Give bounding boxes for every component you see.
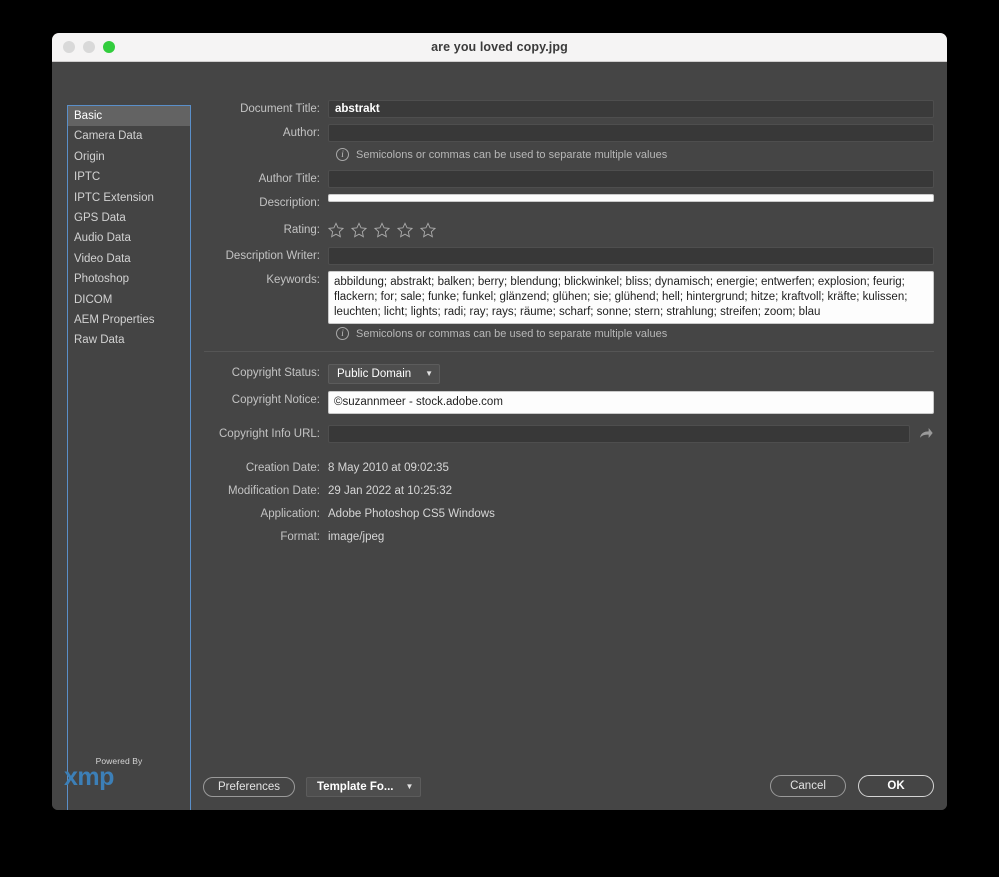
- zoom-button[interactable]: [103, 41, 115, 53]
- info-icon: i: [336, 148, 349, 161]
- copyright-info-url-label: Copyright Info URL:: [219, 428, 320, 440]
- copyright-status-row: Copyright Status: Public Domain ▼: [204, 364, 934, 384]
- modification-date-value: 29 Jan 2022 at 10:25:32: [328, 485, 453, 497]
- document-title-input[interactable]: abstrakt: [328, 100, 934, 118]
- star-icon-1[interactable]: [328, 222, 344, 238]
- dialog-footer: Powered By xmp Preferences Template Fo..…: [52, 754, 947, 810]
- xmp-file-info-dialog: are you loved copy.jpg Basic Camera Data…: [52, 33, 947, 810]
- sidebar-item-photoshop[interactable]: Photoshop: [68, 269, 190, 289]
- copyright-notice-textarea[interactable]: ©suzannmeer - stock.adobe.com: [328, 391, 934, 414]
- sidebar-item-aem-properties[interactable]: AEM Properties: [68, 310, 190, 330]
- document-title-label: Document Title:: [240, 103, 320, 115]
- keywords-row: Keywords: abbildung; abstrakt; balken; b…: [204, 271, 934, 324]
- sidebar-item-iptc-extension[interactable]: IPTC Extension: [68, 188, 190, 208]
- sidebar-item-gps-data[interactable]: GPS Data: [68, 208, 190, 228]
- copyright-info-url-input[interactable]: [328, 425, 910, 443]
- footer-right-group: Cancel OK: [770, 775, 934, 797]
- description-writer-label: Description Writer:: [225, 250, 320, 262]
- author-hint-text: Semicolons or commas can be used to sepa…: [356, 148, 668, 161]
- template-folder-button[interactable]: Template Fo... ▼: [306, 777, 422, 797]
- author-title-row: Author Title:: [204, 170, 934, 188]
- chevron-down-icon: ▼: [425, 369, 434, 378]
- keywords-label: Keywords:: [266, 274, 320, 286]
- rating-row: Rating:: [204, 221, 934, 239]
- author-title-input[interactable]: [328, 170, 934, 188]
- chevron-down-icon: ▼: [405, 782, 414, 791]
- sidebar-item-raw-data[interactable]: Raw Data: [68, 330, 190, 350]
- author-row: Author:: [204, 124, 934, 142]
- copyright-info-url-row: Copyright Info URL:: [204, 425, 934, 443]
- sidebar-item-video-data[interactable]: Video Data: [68, 249, 190, 269]
- sidebar-item-audio-data[interactable]: Audio Data: [68, 228, 190, 248]
- modification-date-label: Modification Date:: [227, 485, 320, 497]
- copyright-notice-label: Copyright Notice:: [231, 394, 320, 406]
- window-controls: [63, 41, 115, 53]
- copyright-status-label: Copyright Status:: [231, 367, 320, 379]
- rating-stars[interactable]: [328, 221, 436, 238]
- cancel-button[interactable]: Cancel: [770, 775, 846, 797]
- author-title-label: Author Title:: [258, 173, 320, 185]
- creation-date-value: 8 May 2010 at 09:02:35: [328, 462, 449, 474]
- info-icon: i: [336, 327, 349, 340]
- application-label: Application:: [260, 508, 320, 520]
- preferences-button[interactable]: Preferences: [203, 777, 296, 797]
- application-value: Adobe Photoshop CS5 Windows: [328, 508, 495, 520]
- sidebar-item-camera-data[interactable]: Camera Data: [68, 126, 190, 146]
- description-writer-row: Description Writer:: [204, 247, 934, 265]
- keywords-hint: i Semicolons or commas can be used to se…: [336, 327, 934, 340]
- minimize-button[interactable]: [83, 41, 95, 53]
- sidebar-item-basic[interactable]: Basic: [68, 106, 190, 127]
- dialog-body: Basic Camera Data Origin IPTC IPTC Exten…: [52, 62, 947, 810]
- keywords-textarea[interactable]: abbildung; abstrakt; balken; berry; blen…: [328, 271, 934, 324]
- xmp-logo: Powered By xmp: [64, 756, 160, 791]
- author-label: Author:: [282, 127, 320, 139]
- section-divider: [204, 351, 934, 352]
- author-input[interactable]: [328, 124, 934, 142]
- copyright-notice-row: Copyright Notice: ©suzannmeer - stock.ad…: [204, 391, 934, 414]
- go-to-url-arrow-icon[interactable]: [918, 426, 934, 442]
- creation-date-label: Creation Date:: [245, 462, 320, 474]
- document-title-row: Document Title: abstrakt: [204, 100, 934, 118]
- copyright-status-value: Public Domain: [337, 368, 412, 380]
- copyright-status-select[interactable]: Public Domain ▼: [328, 364, 441, 384]
- star-icon-3[interactable]: [374, 222, 390, 238]
- sidebar-item-origin[interactable]: Origin: [68, 147, 190, 167]
- description-textarea[interactable]: [328, 194, 934, 202]
- author-hint: i Semicolons or commas can be used to se…: [336, 148, 934, 161]
- window-title: are you loved copy.jpg: [431, 40, 568, 54]
- modification-date-row: Modification Date: 29 Jan 2022 at 10:25:…: [204, 484, 934, 499]
- metadata-form: Document Title: abstrakt Author: i Semic…: [204, 100, 934, 800]
- keywords-hint-text: Semicolons or commas can be used to sepa…: [356, 327, 668, 340]
- category-sidebar[interactable]: Basic Camera Data Origin IPTC IPTC Exten…: [67, 105, 191, 810]
- rating-label: Rating:: [283, 224, 320, 236]
- window-titlebar: are you loved copy.jpg: [52, 33, 947, 62]
- description-row: Description:: [204, 194, 934, 212]
- creation-date-row: Creation Date: 8 May 2010 at 09:02:35: [204, 461, 934, 476]
- description-writer-input[interactable]: [328, 247, 934, 265]
- sidebar-item-dicom[interactable]: DICOM: [68, 290, 190, 310]
- ok-button[interactable]: OK: [858, 775, 934, 797]
- xmp-wordmark: xmp: [64, 763, 114, 791]
- template-folder-label: Template Fo...: [317, 781, 394, 793]
- star-icon-4[interactable]: [397, 222, 413, 238]
- footer-left-group: Preferences Template Fo... ▼: [203, 777, 422, 797]
- format-row: Format: image/jpeg: [204, 530, 934, 545]
- star-icon-5[interactable]: [420, 222, 436, 238]
- star-icon-2[interactable]: [351, 222, 367, 238]
- description-label: Description:: [259, 197, 320, 209]
- format-label: Format:: [280, 531, 320, 543]
- format-value: image/jpeg: [328, 531, 385, 543]
- close-button[interactable]: [63, 41, 75, 53]
- sidebar-item-iptc[interactable]: IPTC: [68, 167, 190, 187]
- application-row: Application: Adobe Photoshop CS5 Windows: [204, 507, 934, 522]
